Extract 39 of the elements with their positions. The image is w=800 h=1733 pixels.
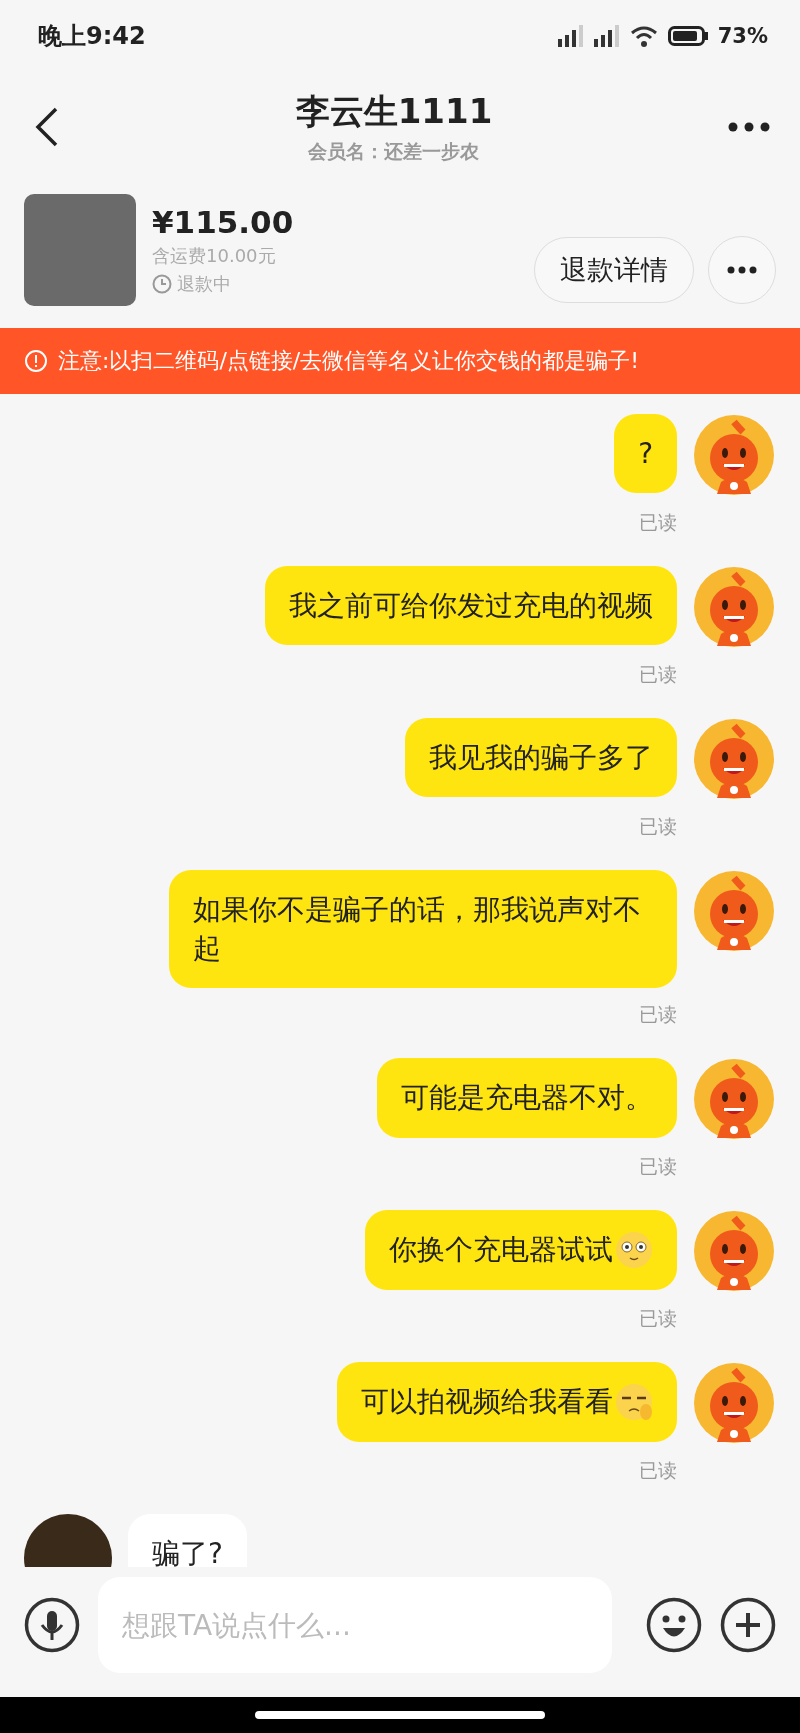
add-icon[interactable] xyxy=(720,1597,776,1653)
read-receipt: 已读 xyxy=(639,814,677,839)
shipping-note: 含运费10.00元 xyxy=(152,244,277,268)
battery-icon xyxy=(667,26,708,46)
order-price: ¥115.00 xyxy=(152,204,295,240)
message-bubble: 可以拍视频给我看看 xyxy=(337,1362,677,1442)
message-bubble: 我见我的骗子多了 xyxy=(405,718,677,798)
scam-warning-text: 注意:以扫二维码/点链接/去微信等名义让你交钱的都是骗子! xyxy=(58,347,640,375)
read-receipt: 已读 xyxy=(639,1002,677,1028)
message-bubble: 你换个充电器试试 xyxy=(365,1210,677,1290)
message-bubble: 可能是充电器不对。 xyxy=(377,1058,677,1138)
message-bubble: 如果你不是骗子的话，那我说声对不起 xyxy=(169,870,677,989)
refund-status: 退款中 xyxy=(177,272,231,296)
read-receipt: 已读 xyxy=(639,1306,677,1332)
clock-icon xyxy=(152,274,172,294)
smiley-icon[interactable] xyxy=(646,1597,702,1653)
unamused-emoji-icon xyxy=(615,1382,653,1421)
signal-icon xyxy=(593,25,620,47)
message-input-field[interactable]: 想跟TA说点什么... xyxy=(98,1577,612,1673)
read-receipt: 已读 xyxy=(639,1458,677,1484)
signal-icon xyxy=(557,25,584,47)
warning-icon xyxy=(24,349,48,373)
read-receipt: 已读 xyxy=(639,510,677,535)
status-time: 晚上9:42 xyxy=(38,21,146,52)
back-icon[interactable] xyxy=(34,107,60,147)
microphone-icon[interactable] xyxy=(24,1597,80,1653)
message-bubble: ? xyxy=(614,414,677,494)
member-name: 会员名：还差一步农 xyxy=(308,139,480,164)
refund-details-button[interactable]: 退款详情 xyxy=(534,237,694,303)
more-icon xyxy=(727,266,757,274)
message-bubble: 骗了? xyxy=(128,1514,247,1567)
chat-title: 李云生1111 xyxy=(295,90,493,133)
message-bubble: 我之前可给你发过充电的视频 xyxy=(265,566,677,646)
wide-eyes-emoji-icon xyxy=(615,1230,653,1269)
battery-percent: 73% xyxy=(717,24,768,48)
wifi-icon xyxy=(629,25,658,47)
read-receipt: 已读 xyxy=(639,1154,677,1180)
more-icon[interactable] xyxy=(728,122,770,132)
read-receipt: 已读 xyxy=(639,662,677,687)
